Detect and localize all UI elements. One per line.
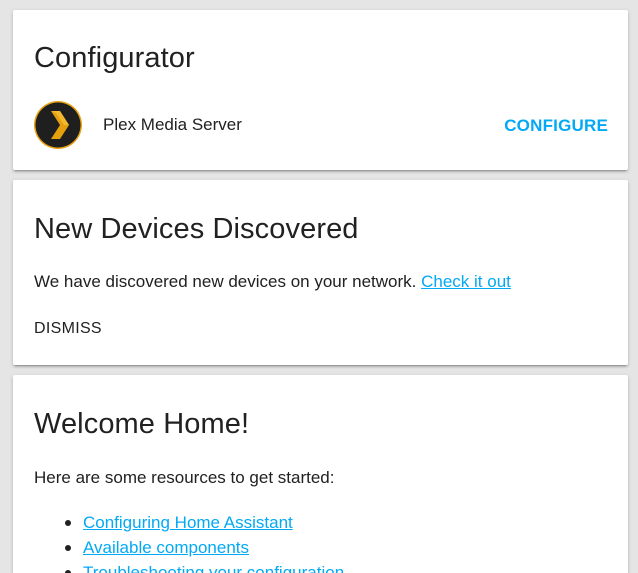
configure-button[interactable]: CONFIGURE	[504, 116, 608, 136]
available-components-link[interactable]: Available components	[83, 538, 249, 557]
discovery-message: We have discovered new devices on your n…	[34, 272, 511, 292]
bullet-icon	[65, 520, 71, 526]
check-it-out-link[interactable]: Check it out	[421, 272, 511, 291]
discovery-text: We have discovered new devices on your n…	[34, 272, 417, 291]
welcome-text: Here are some resources to get started:	[34, 468, 335, 487]
list-item: Troubleshooting your configuration	[65, 560, 344, 573]
welcome-card: Welcome Home! Here are some resources to…	[13, 375, 628, 573]
welcome-title: Welcome Home!	[34, 408, 250, 440]
resource-list: Configuring Home Assistant Available com…	[65, 510, 344, 573]
discovery-title: New Devices Discovered	[34, 213, 359, 245]
plex-media-server-label: Plex Media Server	[103, 115, 242, 134]
dismiss-button[interactable]: DISMISS	[34, 320, 102, 338]
configuring-home-assistant-link[interactable]: Configuring Home Assistant	[83, 513, 293, 532]
list-item: Available components	[65, 535, 344, 560]
configurator-title: Configurator	[34, 42, 195, 74]
list-item: Configuring Home Assistant	[65, 510, 344, 535]
troubleshooting-link[interactable]: Troubleshooting your configuration	[83, 563, 344, 573]
plex-logo-icon	[34, 101, 82, 149]
discovery-card: New Devices Discovered We have discovere…	[13, 180, 628, 365]
page: Configurator Plex Media Server CONFIGURE…	[0, 0, 638, 573]
bullet-icon	[65, 545, 71, 551]
configurator-card: Configurator Plex Media Server CONFIGURE	[13, 10, 628, 170]
